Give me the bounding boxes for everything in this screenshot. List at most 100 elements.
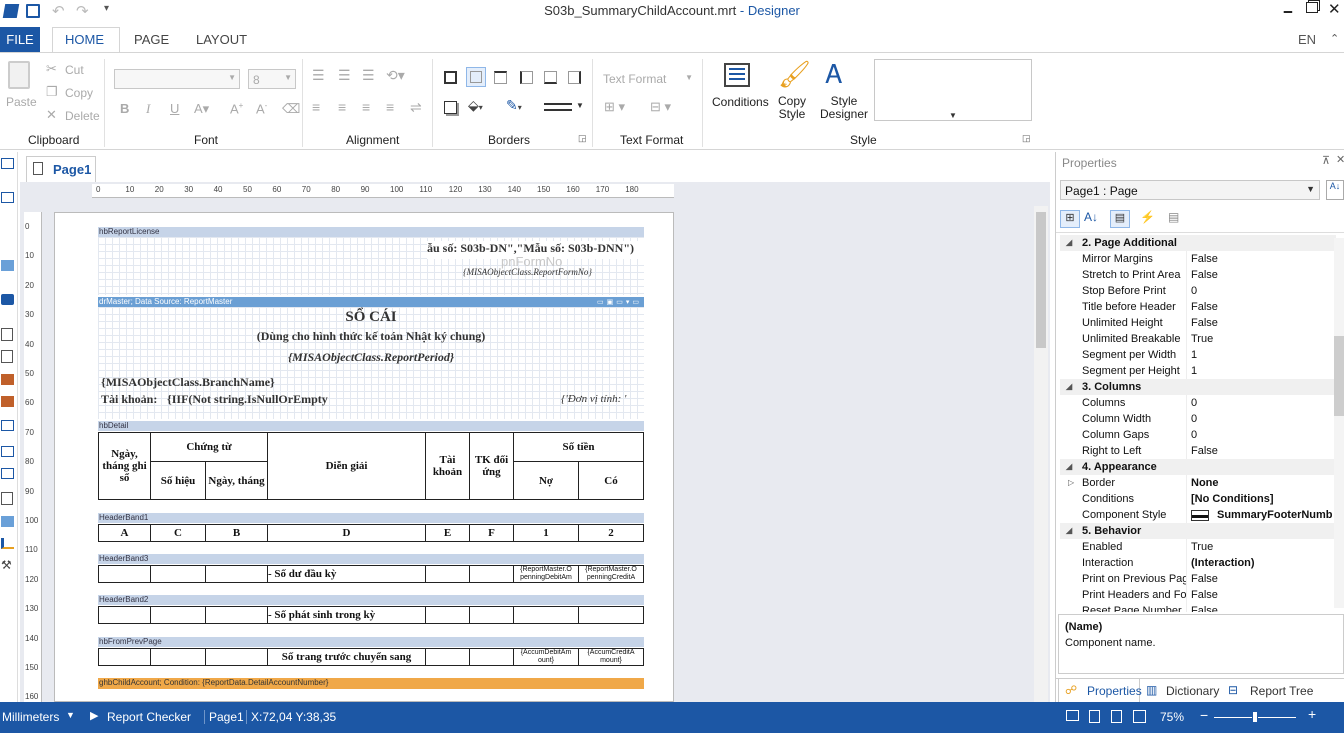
property-category[interactable]: ◢ 2. Page Additional [1060,235,1336,251]
shadow-icon[interactable] [444,101,457,114]
border-top-icon[interactable] [494,71,507,84]
collapse-ribbon-icon[interactable]: ⌃ [1330,32,1339,45]
column-code-row[interactable]: A C B D E F 1 2 [98,524,644,542]
property-value[interactable]: False [1186,603,1334,612]
tab-page[interactable]: PAGE [134,32,169,47]
font-color-icon[interactable]: A▾ [194,101,209,117]
header-date[interactable]: Ngày, tháng ghi sổ [98,432,151,500]
properties-view-icon[interactable]: ▤ [1110,210,1130,228]
align-center-icon[interactable]: ≡ [338,99,346,115]
property-row[interactable]: Right to Left False [1060,443,1336,459]
bold-icon[interactable]: B [120,101,129,116]
property-grid-scrollbar[interactable] [1334,238,1344,608]
code-cell[interactable]: F [469,524,514,542]
accum-debit-field[interactable]: {AccumDebitAm ount} [513,648,579,666]
property-row[interactable]: Stop Before Print 0 [1060,283,1336,299]
carried-forward-label[interactable]: Số trang trước chuyển sang [267,648,426,666]
property-value[interactable]: 0 [1186,411,1334,427]
tab-page1[interactable]: Page1 [26,156,96,182]
header-amount[interactable]: Số tiền [513,432,644,462]
header-debit[interactable]: Nợ [513,461,579,500]
report-subtitle[interactable]: (Dùng cho hình thức kế toán Nhật ký chun… [98,329,644,344]
property-row[interactable]: Segment per Width 1 [1060,347,1336,363]
zoom-out-icon[interactable]: − [1200,707,1208,723]
zoom-slider-thumb[interactable] [1252,711,1258,723]
border-none-icon[interactable] [466,67,486,87]
property-pages-icon[interactable]: ▤ [1168,210,1179,224]
report-checker-button[interactable]: Report Checker [107,710,191,724]
code-cell[interactable]: D [267,524,426,542]
word-wrap-icon[interactable]: ⇌ [410,99,422,116]
account-expression[interactable]: {IIF(Not string.IsNullOrEmpty [167,392,328,407]
header-credit[interactable]: Có [578,461,644,500]
report-page[interactable]: hbReportLicense ẫu số: S03b-DN","Mẫu số:… [54,212,674,702]
property-row[interactable]: Column Width 0 [1060,411,1336,427]
border-right-icon[interactable] [568,71,581,84]
property-value[interactable]: False [1186,267,1334,283]
band-from-prev-page[interactable]: hbFromPrevPage [98,637,644,647]
panel-close-icon[interactable]: ✕ [1336,153,1344,166]
property-row[interactable]: Segment per Height 1 [1060,363,1336,379]
zoom-slider[interactable] [1214,711,1296,723]
carried-forward-row[interactable]: Số trang trước chuyển sang {AccumDebitAm… [98,648,644,666]
close-icon[interactable]: ✕ [1328,0,1341,18]
property-row[interactable]: Columns 0 [1060,395,1336,411]
opening-balance-label[interactable]: - Số dư đầu kỳ [267,565,426,583]
language-selector[interactable]: EN [1298,32,1316,47]
property-row[interactable]: Column Gaps 0 [1060,427,1336,443]
categorized-view-icon[interactable]: ⊞ [1060,210,1080,228]
conditions-icon[interactable] [724,63,750,87]
tab-report-tree[interactable]: Report Tree [1250,684,1313,698]
report-title[interactable]: SỔ CÁI [98,309,644,326]
property-row[interactable]: Component Style SummaryFooterNumb [1060,507,1336,523]
property-value[interactable]: True [1186,539,1334,555]
toolbox-image-icon[interactable] [1,260,14,271]
conditions-button[interactable]: Conditions [712,95,769,109]
toolbox-table-icon[interactable] [1,492,13,505]
toolbox-shape-icon[interactable] [1,446,14,457]
property-category[interactable]: ◢ 5. Behavior [1060,523,1336,539]
align-right-icon[interactable]: ≡ [362,99,370,115]
font-family-select[interactable]: ▼ [114,69,240,89]
toolbox-label-icon[interactable] [1,374,14,385]
border-left-icon[interactable] [520,71,533,84]
view-normal-icon[interactable] [1066,710,1079,721]
border-bottom-icon[interactable] [544,71,557,84]
events-icon[interactable]: ⚡ [1140,210,1155,224]
band-header2[interactable]: HeaderBand2 [98,595,644,605]
property-value[interactable]: False [1186,251,1334,267]
shrink-font-icon[interactable]: A- [256,101,267,116]
cut-button[interactable]: Cut [65,63,84,77]
property-value[interactable]: [No Conditions] [1186,491,1334,507]
dropdown-arrow-icon[interactable]: ▼ [576,101,584,110]
header-description[interactable]: Diễn giải [267,432,426,500]
band-header1[interactable]: HeaderBand1 [98,513,644,523]
property-value[interactable]: 0 [1186,283,1334,299]
maximize-icon[interactable] [1306,2,1318,13]
clear-format-icon[interactable]: ⌫ [282,101,300,117]
property-row[interactable]: Reset Page Number False [1060,603,1336,612]
tab-layout[interactable]: LAYOUT [196,32,247,47]
band-master[interactable]: drMaster; Data Source: ReportMaster ▭▣▭▾… [98,297,644,307]
band-header3[interactable]: HeaderBand3 [98,554,644,564]
band-detail[interactable]: hbDetail [98,421,644,431]
toolbox-chart-icon[interactable] [1,538,14,549]
vertical-scrollbar[interactable] [1034,206,1048,702]
pin-icon[interactable]: ⊼ [1322,154,1330,167]
header-voucher-date[interactable]: Ngày, tháng [205,461,268,500]
account-label[interactable]: Tài khoản: [101,392,157,407]
property-row[interactable]: Print on Previous Pag False [1060,571,1336,587]
form-number-expression[interactable]: {MISAObjectClass.ReportFormNo} [463,267,592,277]
text-format-select[interactable]: Text Format ▼ [600,69,696,89]
toolbox-label2-icon[interactable] [1,396,14,407]
style-dialog-launcher-icon[interactable]: ◲ [1022,133,1031,144]
view-fit-icon[interactable] [1111,710,1122,723]
style-gallery[interactable]: ▼ [874,59,1032,121]
code-cell[interactable]: 2 [578,524,644,542]
code-cell[interactable]: A [98,524,151,542]
property-value[interactable]: False [1186,587,1334,603]
gallery-more-icon[interactable]: ▼ [949,111,957,120]
border-all-icon[interactable] [444,71,457,84]
align-bottom-icon[interactable]: ☰ [362,67,375,84]
tab-home-label[interactable]: HOME [65,32,104,47]
